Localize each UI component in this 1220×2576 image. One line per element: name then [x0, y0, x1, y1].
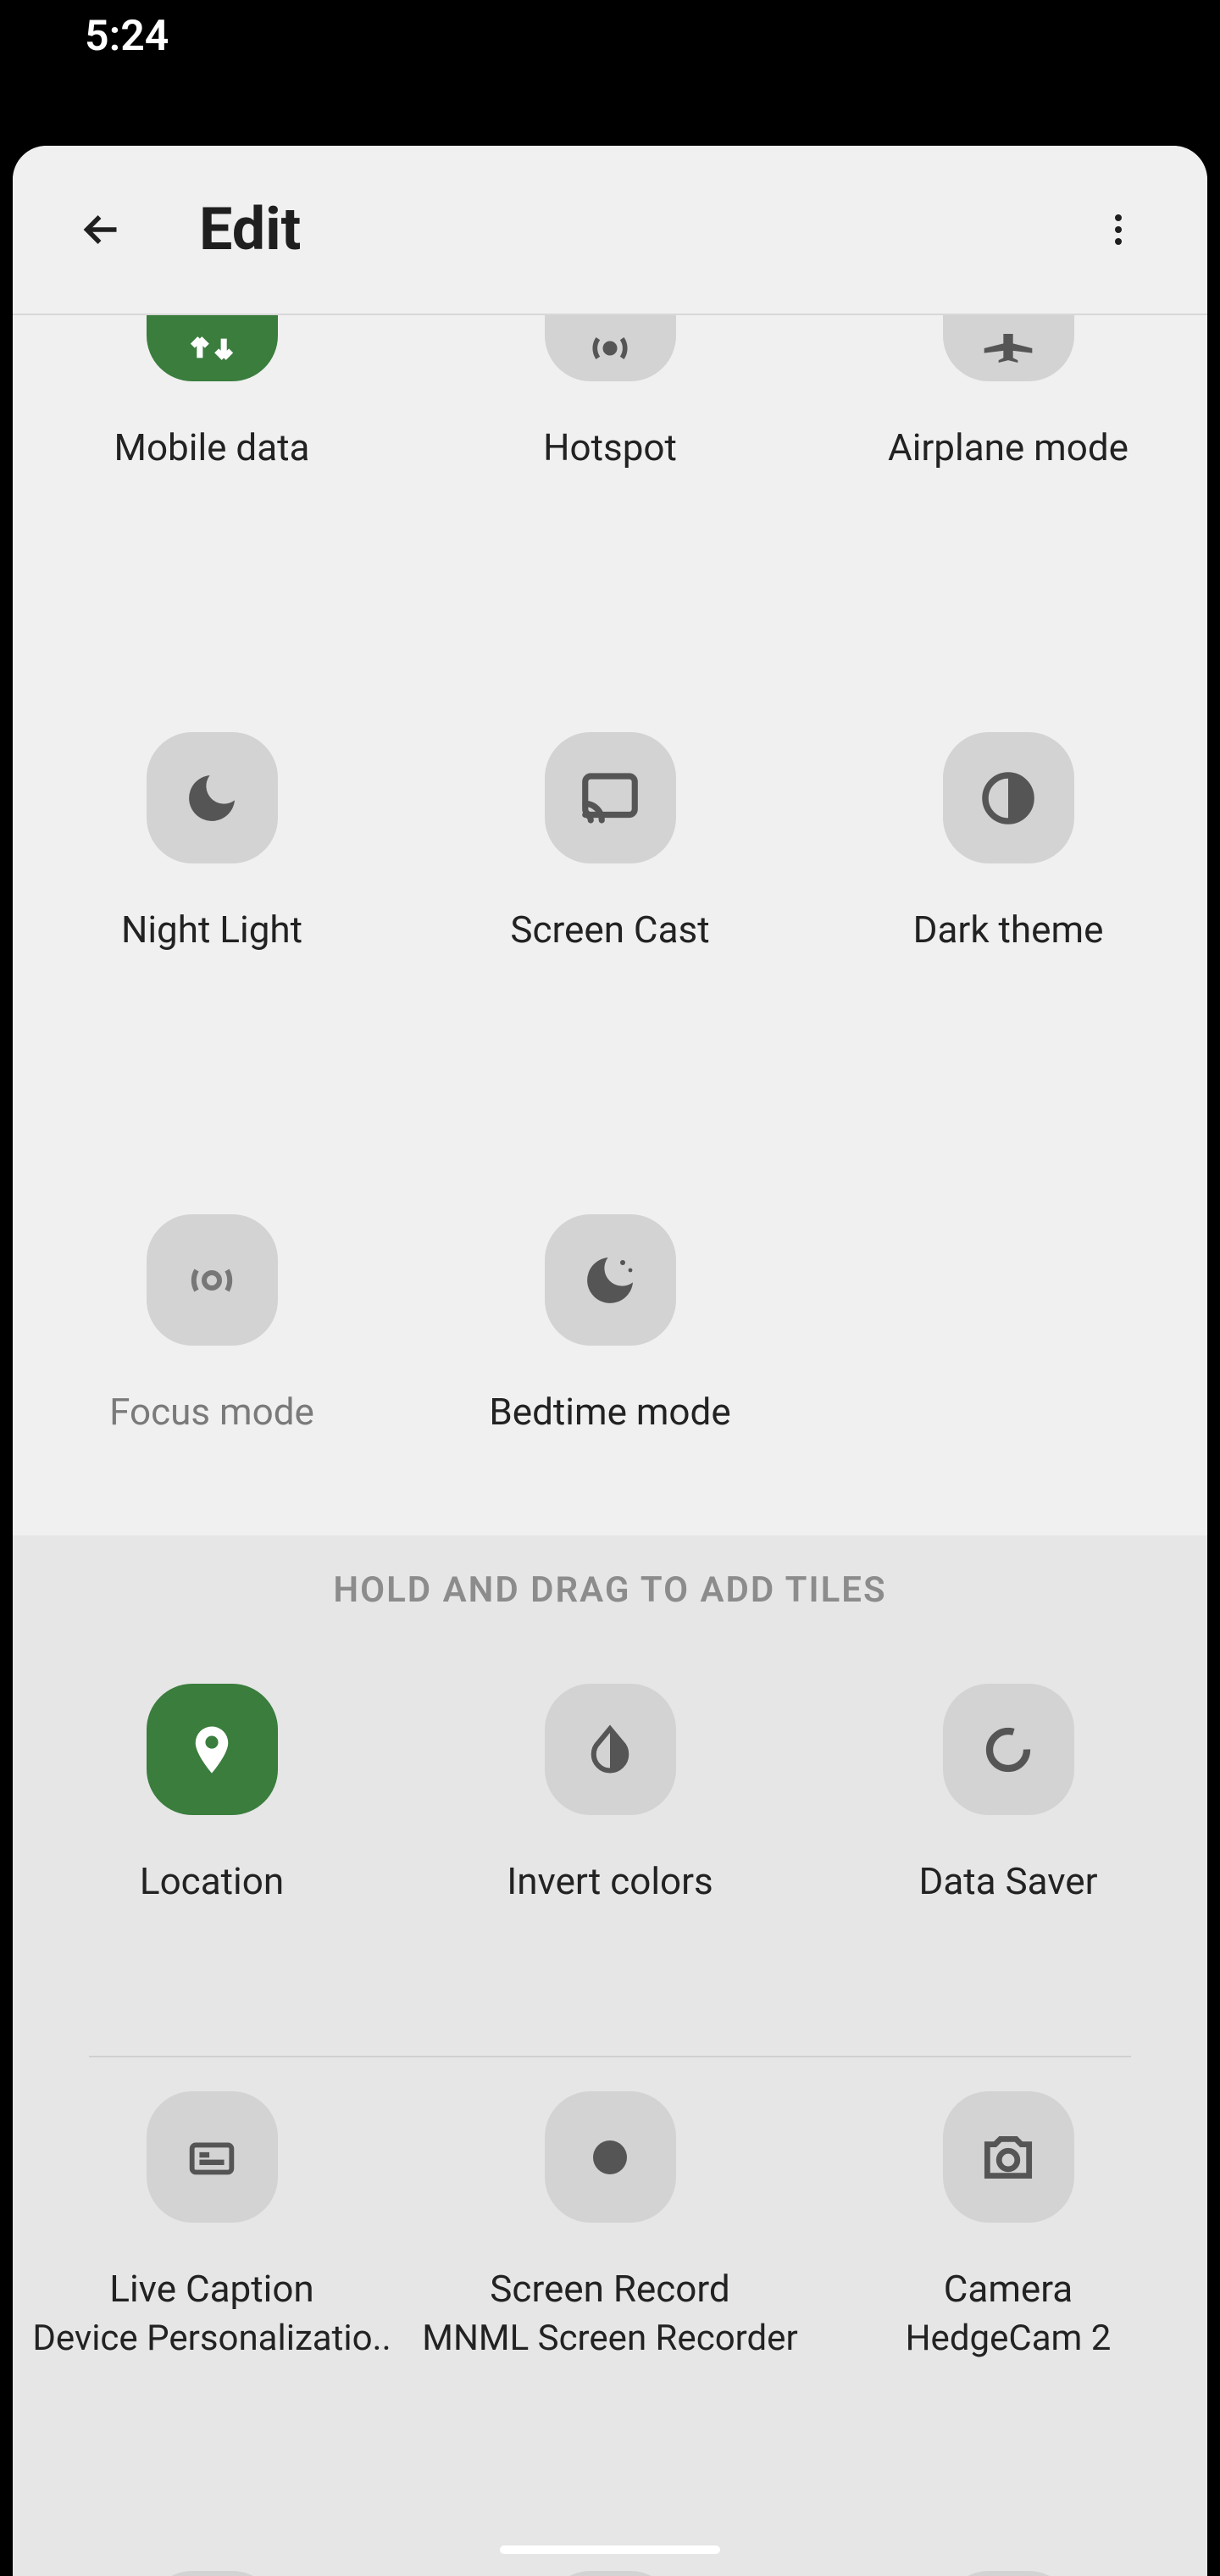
video-icon — [147, 2571, 278, 2576]
cast-icon — [545, 732, 676, 863]
tile-label: Invert colors — [411, 1859, 809, 1903]
header: Edit — [13, 146, 1207, 315]
tile-night-light[interactable]: Night Light — [13, 732, 411, 952]
tile-sublabel: Device Personalizatio.. — [13, 2318, 411, 2359]
tile-label: Mobile data — [13, 425, 411, 469]
divider-label: HOLD AND DRAG TO ADD TILES — [13, 1569, 1207, 1611]
location-icon — [147, 1684, 278, 1815]
tile-record-video[interactable]: Record video — [13, 2571, 411, 2576]
tile-dark-theme[interactable]: Dark theme — [809, 732, 1207, 952]
tile-airplane-mode[interactable]: Airplane mode — [809, 315, 1207, 469]
caption-icon — [147, 2091, 278, 2223]
tile-screen-cast[interactable]: Screen Cast — [411, 732, 809, 952]
lastpass-icon — [545, 2571, 676, 2576]
tile-invert-colors[interactable]: Invert colors — [411, 1684, 809, 1903]
tile-label: Screen Cast — [411, 908, 809, 952]
tiles-scroll[interactable]: Mobile data Hotspot Airplane mode — [13, 315, 1207, 2576]
tile-empty — [809, 1214, 1207, 1434]
tile-hotspot[interactable]: Hotspot — [411, 315, 809, 469]
tile-label: Night Light — [13, 908, 411, 952]
nav-home-pill[interactable] — [500, 2545, 720, 2554]
invert-icon — [545, 1684, 676, 1815]
mirror-icon — [943, 2571, 1074, 2576]
tile-notification-mirroring[interactable]: Notification Mirroring — [809, 2571, 1207, 2576]
datasaver-icon — [943, 1684, 1074, 1815]
back-button[interactable] — [64, 192, 140, 268]
available-tiles-section: HOLD AND DRAG TO ADD TILES Location Inve… — [13, 1535, 1207, 2576]
active-tiles-section: Mobile data Hotspot Airplane mode — [13, 315, 1207, 1535]
qs-edit-panel: Edit Mobile data Hotspot — [13, 146, 1207, 2576]
contrast-icon — [943, 732, 1074, 863]
tile-mobile-data[interactable]: Mobile data — [13, 315, 411, 469]
bedtime-icon — [545, 1214, 676, 1346]
tile-lastpass-autofill[interactable]: LastPass Autofill — [411, 2571, 809, 2576]
moon-icon — [147, 732, 278, 863]
tile-bedtime-mode[interactable]: Bedtime mode — [411, 1214, 809, 1434]
camera-icon — [943, 2091, 1074, 2223]
tile-location[interactable]: Location — [13, 1684, 411, 1903]
tile-label: Hotspot — [411, 425, 809, 469]
record-icon — [545, 2091, 676, 2223]
tile-sublabel: MNML Screen Recorder — [411, 2318, 809, 2359]
tile-label: Dark theme — [809, 908, 1207, 952]
tile-sublabel: HedgeCam 2 — [809, 2318, 1207, 2359]
tile-label: Data Saver — [809, 1859, 1207, 1903]
mobile-data-icon — [147, 315, 278, 381]
tile-label: Live Caption — [13, 2267, 411, 2311]
tile-label: Location — [13, 1859, 411, 1903]
tile-data-saver[interactable]: Data Saver — [809, 1684, 1207, 1903]
tile-label: Screen Record — [411, 2267, 809, 2311]
status-time: 5:24 — [85, 12, 169, 61]
airplane-icon — [943, 315, 1074, 381]
tile-label: Camera — [809, 2267, 1207, 2311]
page-title: Edit — [199, 195, 1080, 264]
more-vert-icon — [1098, 209, 1139, 250]
tile-focus-mode[interactable]: Focus mode — [13, 1214, 411, 1434]
tile-label: Airplane mode — [809, 425, 1207, 469]
more-button[interactable] — [1080, 192, 1156, 268]
tile-camera[interactable]: Camera HedgeCam 2 — [809, 2091, 1207, 2359]
tile-screen-record[interactable]: Screen Record MNML Screen Recorder — [411, 2091, 809, 2359]
arrow-left-icon — [76, 204, 127, 255]
tile-label: Focus mode — [13, 1390, 411, 1434]
tile-live-caption[interactable]: Live Caption Device Personalizatio.. — [13, 2091, 411, 2359]
focus-icon — [147, 1214, 278, 1346]
tile-label: Bedtime mode — [411, 1390, 809, 1434]
hotspot-icon — [545, 315, 676, 381]
status-bar: 5:24 — [0, 0, 1220, 73]
